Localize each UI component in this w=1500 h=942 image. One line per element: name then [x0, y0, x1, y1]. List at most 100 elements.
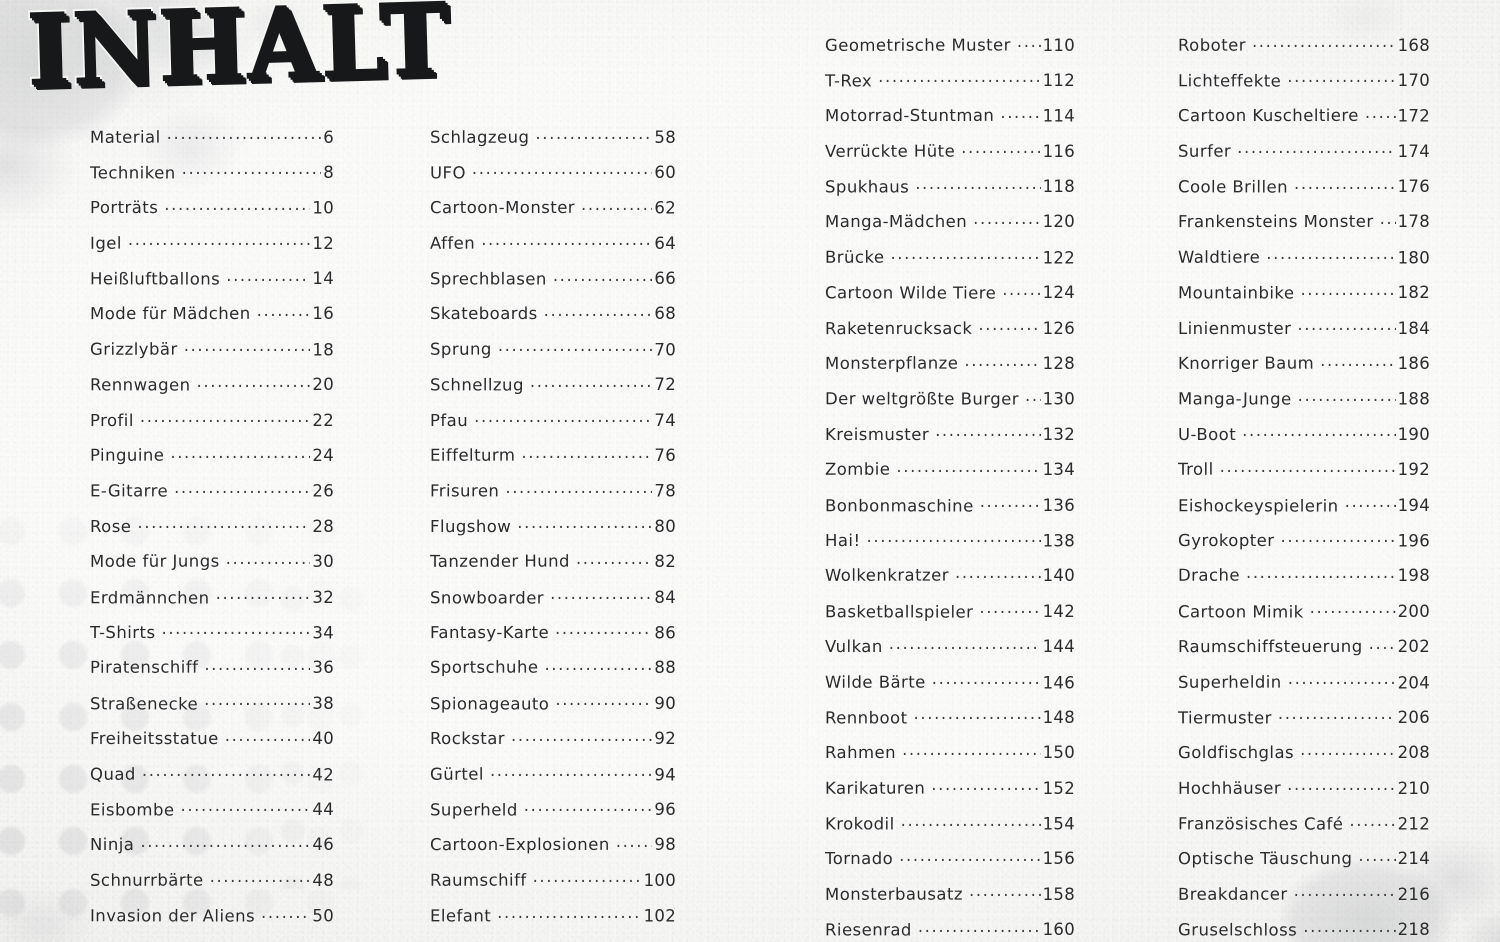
- toc-entry[interactable]: Monsterpflanze 128: [825, 353, 1075, 388]
- toc-entry[interactable]: Fantasy-Karte 86: [430, 621, 676, 656]
- toc-entry[interactable]: Basketballspieler 142: [825, 600, 1075, 635]
- toc-entry[interactable]: Mode für Mädchen 16: [90, 303, 334, 338]
- toc-entry[interactable]: Straßenecke 38: [90, 692, 334, 727]
- toc-entry[interactable]: Frisuren 78: [430, 480, 676, 515]
- toc-entry[interactable]: Waldtiere 180: [1178, 246, 1430, 281]
- toc-entry[interactable]: Monsterbausatz 158: [825, 883, 1075, 918]
- toc-entry[interactable]: Cartoon Wilde Tiere 124: [825, 282, 1075, 317]
- toc-entry[interactable]: Hai! 138: [825, 529, 1075, 564]
- toc-entry[interactable]: Roboter 168: [1178, 34, 1430, 69]
- toc-entry[interactable]: Krokodil 154: [825, 813, 1075, 848]
- toc-entry[interactable]: Sprung 70: [430, 338, 676, 373]
- toc-entry[interactable]: Sprechblasen 66: [430, 268, 676, 303]
- toc-entry[interactable]: Freiheitsstatue 40: [90, 728, 334, 763]
- toc-entry[interactable]: Goldfischglas 208: [1178, 742, 1430, 777]
- toc-entry[interactable]: Tiermuster 206: [1178, 706, 1430, 741]
- toc-entry[interactable]: Cartoon Kuscheltiere 172: [1178, 105, 1430, 140]
- toc-entry[interactable]: Pinguine 24: [90, 445, 334, 480]
- toc-entry[interactable]: Troll 192: [1178, 459, 1430, 494]
- toc-entry[interactable]: Profil 22: [90, 409, 334, 444]
- toc-entry[interactable]: Superheld 96: [430, 798, 676, 833]
- toc-entry[interactable]: U-Boot 190: [1178, 423, 1430, 458]
- toc-entry[interactable]: Eisbombe 44: [90, 798, 334, 833]
- toc-entry[interactable]: Raumschiffsteuerung 202: [1178, 636, 1430, 671]
- toc-entry[interactable]: Linienmuster 184: [1178, 317, 1430, 352]
- toc-dot-leader: [184, 338, 311, 355]
- toc-entry[interactable]: Wilde Bärte 146: [825, 671, 1075, 706]
- toc-entry[interactable]: T-Rex 112: [825, 69, 1075, 104]
- toc-entry[interactable]: Motorrad-Stuntman 114: [825, 105, 1075, 140]
- toc-entry[interactable]: Skateboards 68: [430, 303, 676, 338]
- toc-entry[interactable]: Vulkan 144: [825, 636, 1075, 671]
- toc-entry[interactable]: Knorriger Baum 186: [1178, 353, 1430, 388]
- toc-entry[interactable]: Rockstar 92: [430, 728, 676, 763]
- toc-entry[interactable]: Heißluftballons 14: [90, 268, 334, 303]
- toc-entry[interactable]: Mode für Jungs 30: [90, 551, 334, 586]
- toc-entry[interactable]: Frankensteins Monster 178: [1178, 211, 1430, 246]
- toc-entry[interactable]: Cartoon Mimik 200: [1178, 600, 1430, 635]
- toc-entry-title: Superheld: [430, 800, 518, 820]
- toc-entry[interactable]: Drache 198: [1178, 565, 1430, 600]
- toc-entry[interactable]: Invasion der Aliens 50: [90, 905, 334, 940]
- toc-entry[interactable]: Erdmännchen 32: [90, 586, 334, 621]
- toc-entry[interactable]: Schlagzeug 58: [430, 126, 676, 161]
- toc-entry[interactable]: Pfau 74: [430, 409, 676, 444]
- toc-entry[interactable]: Tornado 156: [825, 848, 1075, 883]
- toc-entry[interactable]: Verrückte Hüte 116: [825, 140, 1075, 175]
- toc-entry[interactable]: Gruselschloss 218: [1178, 919, 1430, 942]
- toc-entry[interactable]: Raketenrucksack 126: [825, 317, 1075, 352]
- toc-entry[interactable]: Gyrokopter 196: [1178, 529, 1430, 564]
- toc-entry[interactable]: Gürtel 94: [430, 763, 676, 798]
- toc-entry[interactable]: Brücke 122: [825, 246, 1075, 281]
- toc-entry[interactable]: Snowboarder 84: [430, 586, 676, 621]
- toc-entry[interactable]: Sportschuhe 88: [430, 657, 676, 692]
- toc-entry[interactable]: Porträts 10: [90, 197, 334, 232]
- toc-entry[interactable]: Cartoon-Monster 62: [430, 197, 676, 232]
- toc-entry[interactable]: Hochhäuser 210: [1178, 777, 1430, 812]
- toc-entry[interactable]: Piratenschiff 36: [90, 657, 334, 692]
- toc-entry[interactable]: Raumschiff 100: [430, 869, 676, 904]
- toc-entry[interactable]: Manga-Mädchen 120: [825, 211, 1075, 246]
- toc-entry[interactable]: Manga-Junge 188: [1178, 388, 1430, 423]
- toc-entry[interactable]: Optische Täuschung 214: [1178, 848, 1430, 883]
- toc-entry[interactable]: Breakdancer 216: [1178, 883, 1430, 918]
- toc-entry[interactable]: Surfer 174: [1178, 140, 1430, 175]
- toc-entry[interactable]: Coole Brillen 176: [1178, 176, 1430, 211]
- toc-entry[interactable]: Superheldin 204: [1178, 671, 1430, 706]
- toc-entry[interactable]: Tanzender Hund 82: [430, 551, 676, 586]
- toc-entry[interactable]: Rennboot 148: [825, 706, 1075, 741]
- toc-entry[interactable]: T-Shirts 34: [90, 621, 334, 656]
- toc-entry[interactable]: Französisches Café 212: [1178, 813, 1430, 848]
- toc-entry[interactable]: Wolkenkratzer 140: [825, 565, 1075, 600]
- toc-entry[interactable]: Flugshow 80: [430, 515, 676, 550]
- toc-entry[interactable]: Karikaturen 152: [825, 777, 1075, 812]
- toc-entry[interactable]: Elefant 102: [430, 905, 676, 940]
- toc-entry[interactable]: Cartoon-Explosionen 98: [430, 834, 676, 869]
- toc-entry[interactable]: Igel 12: [90, 232, 334, 267]
- toc-entry[interactable]: Grizzlybär 18: [90, 338, 334, 373]
- toc-entry[interactable]: Kreismuster 132: [825, 423, 1075, 458]
- toc-entry[interactable]: Riesenrad 160: [825, 919, 1075, 942]
- toc-entry[interactable]: Techniken 8: [90, 161, 334, 196]
- toc-entry[interactable]: Ninja 46: [90, 834, 334, 869]
- toc-entry[interactable]: Bonbonmaschine 136: [825, 494, 1075, 529]
- toc-entry[interactable]: Spukhaus 118: [825, 176, 1075, 211]
- toc-entry[interactable]: Lichteffekte 170: [1178, 69, 1430, 104]
- toc-entry[interactable]: Rahmen 150: [825, 742, 1075, 777]
- toc-entry[interactable]: Rennwagen 20: [90, 374, 334, 409]
- toc-entry[interactable]: Schnellzug 72: [430, 374, 676, 409]
- toc-entry[interactable]: E-Gitarre 26: [90, 480, 334, 515]
- toc-entry[interactable]: Spionageauto 90: [430, 692, 676, 727]
- toc-entry[interactable]: Quad 42: [90, 763, 334, 798]
- toc-entry[interactable]: Eishockeyspielerin 194: [1178, 494, 1430, 529]
- toc-entry[interactable]: Mountainbike 182: [1178, 282, 1430, 317]
- toc-entry[interactable]: Affen 64: [430, 232, 676, 267]
- toc-entry[interactable]: UFO 60: [430, 161, 676, 196]
- toc-entry[interactable]: Zombie 134: [825, 459, 1075, 494]
- toc-entry[interactable]: Geometrische Muster 110: [825, 34, 1075, 69]
- toc-entry[interactable]: Schnurrbärte 48: [90, 869, 334, 904]
- toc-entry[interactable]: Material 6: [90, 126, 334, 161]
- toc-entry[interactable]: Eiffelturm 76: [430, 445, 676, 480]
- toc-entry[interactable]: Der weltgrößte Burger 130: [825, 388, 1075, 423]
- toc-entry[interactable]: Rose 28: [90, 515, 334, 550]
